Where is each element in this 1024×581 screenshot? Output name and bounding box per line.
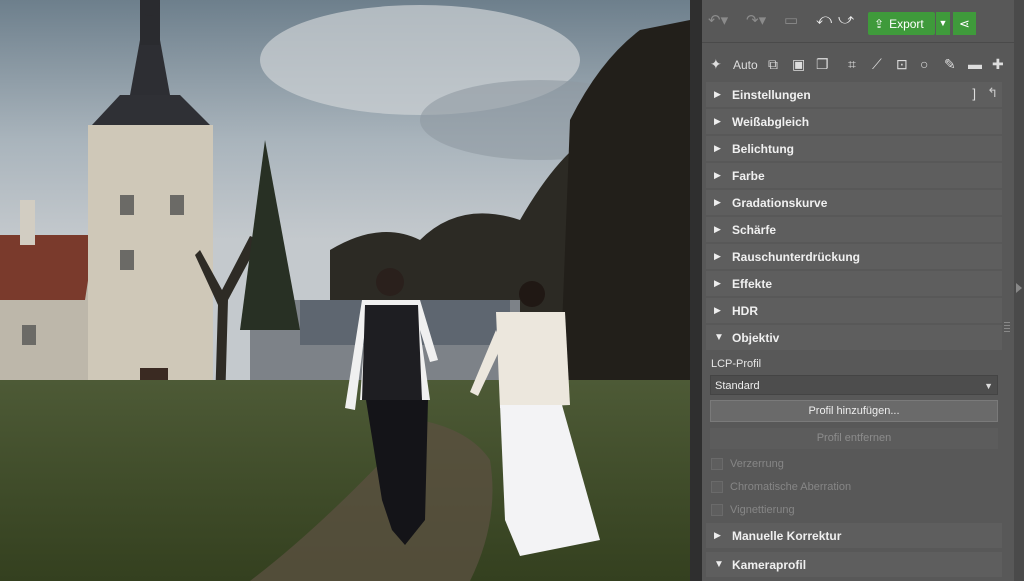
section-label: Weißabgleich — [732, 114, 810, 129]
section-list-lower: ▶ Manuelle Korrektur ▼ Kameraprofil — [706, 523, 1002, 579]
chevron-right-icon: ▶ — [714, 197, 721, 207]
chevron-right-icon: ▶ — [714, 170, 721, 180]
add-profile-button[interactable]: Profil hinzufügen... — [710, 400, 998, 422]
text-icon[interactable]: ⊡ — [896, 56, 908, 73]
paste-all-icon[interactable]: ❐ — [816, 56, 829, 73]
section-einstellungen[interactable]: ▶ Einstellungen ] ↰ — [706, 82, 1002, 107]
section-weissabgleich[interactable]: ▶ Weißabgleich — [706, 109, 1002, 134]
rotate-right-icon[interactable]: ⤻ — [838, 11, 854, 28]
right-edge-strip[interactable] — [1014, 0, 1024, 581]
panel-scroll-grip[interactable] — [1004, 322, 1010, 336]
section-label: HDR — [732, 303, 758, 318]
section-objektiv[interactable]: ▼ Objektiv — [706, 325, 1002, 350]
lcp-profile-label: LCP-Profil — [711, 358, 762, 370]
checkbox-box — [711, 458, 723, 470]
section-farbe[interactable]: ▶ Farbe — [706, 163, 1002, 188]
copy-settings-icon[interactable]: ⧉ — [768, 56, 778, 73]
brush-icon[interactable]: ✎ — [944, 56, 956, 73]
lcp-profile-select[interactable]: Standard ▼ — [710, 375, 998, 395]
section-label: Objektiv — [732, 330, 780, 345]
photo-image — [0, 0, 690, 581]
image-icon[interactable]: ▭ — [784, 11, 798, 29]
rotate-left-icon[interactable]: ⤺ — [816, 11, 832, 28]
chevron-down-icon: ▼ — [714, 332, 724, 343]
auto-button[interactable]: Auto — [733, 58, 758, 72]
perspective-icon[interactable]: ⟋ — [872, 56, 882, 73]
lcp-profile-value: Standard — [715, 380, 760, 392]
redo-icon[interactable]: ↷▾ — [746, 11, 766, 29]
edit-panel: ↶▾ ↷▾ ▭ ⤺ ⤻ ⇪ Export ▼ ⋖ ✦ Auto ⧉ ▣ ❐ ⌗ … — [702, 0, 1014, 581]
checkbox-vignettierung: Vignettierung — [711, 502, 795, 518]
section-effekte[interactable]: ▶ Effekte — [706, 271, 1002, 296]
checkbox-verzerrung: Verzerrung — [711, 456, 784, 472]
checkbox-box — [711, 481, 723, 493]
toolbar-separator — [702, 42, 1014, 43]
section-manuelle-korrektur[interactable]: ▶ Manuelle Korrektur — [706, 523, 1002, 548]
export-icon: ⇪ — [874, 16, 885, 31]
section-label: Kameraprofil — [732, 557, 807, 572]
export-label: Export — [889, 16, 924, 31]
section-list: ▶ Einstellungen ] ↰ ▶ Weißabgleich ▶ Bel… — [706, 82, 1002, 352]
checkbox-box — [711, 504, 723, 516]
export-button[interactable]: ⇪ Export — [868, 12, 935, 35]
checkbox-label: Vignettierung — [730, 504, 795, 516]
bandage-icon[interactable]: ✚ — [992, 56, 1004, 73]
section-rauschunterdrueckung[interactable]: ▶ Rauschunterdrückung — [706, 244, 1002, 269]
section-label: Belichtung — [732, 141, 794, 156]
chevron-down-icon: ▼ — [714, 559, 724, 570]
chevron-right-icon: ▶ — [714, 305, 721, 315]
section-label: Effekte — [732, 276, 773, 291]
chevron-down-icon: ▼ — [984, 381, 993, 391]
section-schaerfe[interactable]: ▶ Schärfe — [706, 217, 1002, 242]
checkbox-label: Chromatische Aberration — [730, 481, 852, 493]
share-button[interactable]: ⋖ — [953, 12, 976, 35]
chevron-right-icon: ▶ — [714, 116, 721, 126]
section-label: Manuelle Korrektur — [732, 528, 842, 543]
expand-arrow-icon[interactable] — [1016, 283, 1022, 293]
panel-divider[interactable] — [690, 0, 702, 581]
section-label: Schärfe — [732, 222, 777, 237]
chevron-right-icon: ▶ — [714, 278, 721, 288]
section-label: Rauschunterdrückung — [732, 249, 861, 264]
undo-icon[interactable]: ↶▾ — [708, 11, 728, 29]
tools-toolbar: ✦ Auto ⧉ ▣ ❐ ⌗ ⟋ ⊡ ○ ✎ ▬ ✚ — [702, 54, 1014, 76]
reset-icon[interactable]: ↰ — [987, 85, 998, 101]
chevron-right-icon: ▶ — [714, 251, 721, 261]
section-label: Einstellungen — [732, 87, 811, 102]
checkbox-label: Verzerrung — [730, 458, 784, 470]
share-icon: ⋖ — [959, 16, 970, 31]
paste-settings-icon[interactable]: ▣ — [792, 56, 805, 73]
section-hdr[interactable]: ▶ HDR — [706, 298, 1002, 323]
circle-icon[interactable]: ○ — [920, 56, 928, 72]
remove-profile-button: Profil entfernen — [710, 428, 998, 449]
crop-icon[interactable]: ⌗ — [848, 56, 856, 73]
chevron-right-icon: ▶ — [714, 224, 721, 234]
section-label: Farbe — [732, 168, 765, 183]
top-toolbar: ↶▾ ↷▾ ▭ ⤺ ⤻ ⇪ Export ▼ ⋖ — [702, 4, 1014, 36]
checkbox-chromatic-aberration: Chromatische Aberration — [711, 479, 851, 495]
section-label: Gradationskurve — [732, 195, 828, 210]
magic-wand-icon[interactable]: ✦ — [710, 56, 722, 73]
section-kameraprofil[interactable]: ▼ Kameraprofil — [706, 552, 1002, 577]
eraser-icon[interactable]: ▬ — [968, 56, 982, 72]
section-belichtung[interactable]: ▶ Belichtung — [706, 136, 1002, 161]
photo-canvas[interactable] — [0, 0, 690, 581]
chevron-right-icon: ▶ — [714, 530, 721, 540]
export-dropdown-button[interactable]: ▼ — [936, 12, 950, 35]
chevron-right-icon: ▶ — [714, 89, 721, 99]
section-gradationskurve[interactable]: ▶ Gradationskurve — [706, 190, 1002, 215]
chevron-right-icon: ▶ — [714, 143, 721, 153]
bracket-icon[interactable]: ] — [972, 86, 976, 101]
